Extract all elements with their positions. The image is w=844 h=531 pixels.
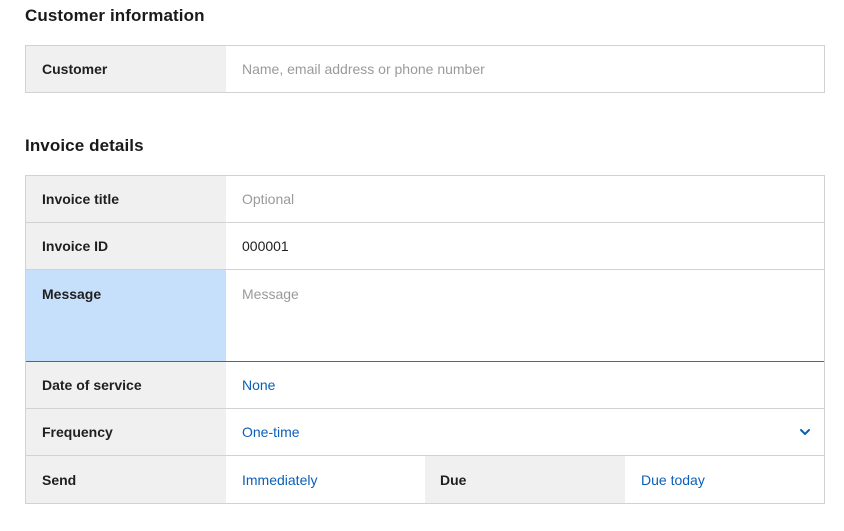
date-of-service-field[interactable]: None [226,362,824,408]
invoice-id-value: 000001 [242,238,289,254]
invoice-details-card: Invoice title Optional Invoice ID 000001… [25,175,825,504]
customer-card: Customer Name, email address or phone nu… [25,45,825,93]
date-of-service-value: None [242,377,276,393]
customer-label: Customer [26,46,226,92]
send-due-row: Send Immediately Due Due today [26,456,824,503]
chevron-down-icon[interactable] [799,426,811,438]
invoice-id-label: Invoice ID [26,223,226,269]
invoice-id-row: Invoice ID 000001 [26,223,824,270]
frequency-row: Frequency One-time [26,409,824,456]
due-label: Due [425,456,625,503]
due-field[interactable]: Due today [625,456,824,503]
invoice-title-input[interactable]: Optional [226,176,824,222]
message-row: Message Message [26,270,824,362]
send-field[interactable]: Immediately [226,456,425,503]
invoice-id-input[interactable]: 000001 [226,223,824,269]
frequency-select[interactable]: One-time [226,409,824,455]
customer-row: Customer Name, email address or phone nu… [26,46,824,92]
invoice-title-row: Invoice title Optional [26,176,824,223]
invoice-title-label: Invoice title [26,176,226,222]
invoice-title-placeholder: Optional [242,191,295,207]
message-label: Message [26,270,226,361]
send-value: Immediately [242,471,318,488]
frequency-value: One-time [242,424,300,440]
date-of-service-label: Date of service [26,362,226,408]
send-label: Send [26,456,226,503]
customer-input[interactable]: Name, email address or phone number [226,46,824,92]
invoice-details-heading: Invoice details [25,136,144,155]
message-placeholder: Message [242,286,299,302]
date-of-service-row: Date of service None [26,362,824,409]
message-textarea[interactable]: Message [226,270,824,361]
customer-placeholder: Name, email address or phone number [242,61,485,77]
frequency-label: Frequency [26,409,226,455]
due-value: Due today [641,471,705,488]
customer-information-heading: Customer information [25,6,205,25]
